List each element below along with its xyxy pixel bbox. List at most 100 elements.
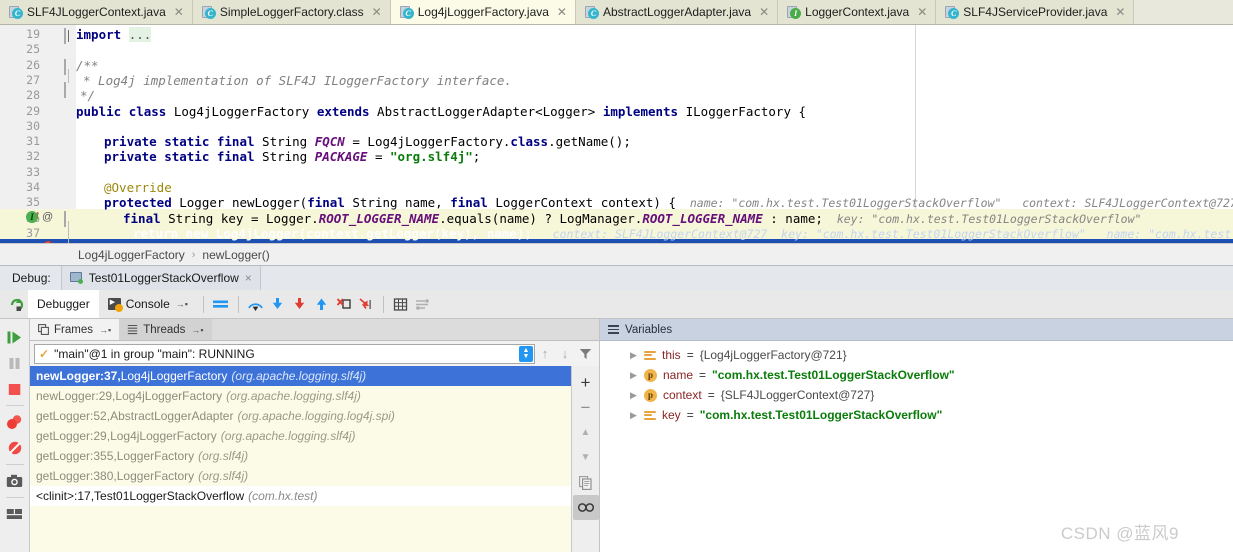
close-icon[interactable]: ✕ (174, 5, 184, 19)
editor-tab-simpleloggerfactory[interactable]: C SimpleLoggerFactory.class ✕ (192, 0, 391, 24)
code-line-28: */ (80, 88, 96, 104)
chevron-updown-icon[interactable]: ▲ ▼ (519, 345, 533, 362)
close-icon[interactable]: ✕ (759, 5, 769, 19)
step-over-icon[interactable] (245, 293, 267, 315)
pin-icon[interactable]: →▪ (176, 299, 188, 309)
variable-row[interactable]: ▶ key = "com.hx.test.Test01LoggerStackOv… (600, 405, 1233, 425)
force-step-into-icon[interactable] (289, 293, 311, 315)
settings-icon[interactable] (412, 293, 434, 315)
variable-row[interactable]: ▶ p name = "com.hx.test.Test01LoggerStac… (600, 365, 1233, 385)
breadcrumb-method[interactable]: newLogger() (202, 248, 269, 262)
variable-row[interactable]: ▶ this = {Log4jLoggerFactory@721} (600, 345, 1233, 365)
threads-icon (127, 324, 138, 335)
copy-icon[interactable] (573, 470, 599, 495)
step-out-icon[interactable] (311, 293, 333, 315)
line-number: 33 (26, 164, 40, 179)
rerun-icon[interactable] (4, 297, 28, 312)
tab-console[interactable]: Console →▪ (99, 290, 197, 318)
line-number: 28 (26, 88, 40, 103)
code-line-27: * Log4j implementation of SLF4J ILoggerF… (83, 72, 512, 88)
expand-arrow-icon[interactable]: ▶ (630, 410, 638, 421)
close-icon[interactable]: ✕ (917, 5, 927, 19)
thread-selector[interactable]: ✓ "main"@1 in group "main": RUNNING ▲ ▼ (34, 343, 535, 364)
pause-program-icon[interactable] (1, 350, 29, 376)
expand-arrow-icon[interactable]: ▶ (630, 390, 638, 401)
watches-icon[interactable] (572, 495, 599, 520)
move-down-icon[interactable]: ↓ (555, 346, 575, 361)
editor-tab-bar: C SLF4JLoggerContext.java ✕ C SimpleLogg… (0, 0, 1233, 25)
debug-side-actions (0, 319, 30, 552)
run-to-cursor-icon[interactable] (355, 293, 377, 315)
code-line-38: } (104, 241, 112, 243)
line-number: 29 (26, 103, 40, 118)
evaluate-expression-icon[interactable] (390, 293, 412, 315)
frame-list-item[interactable]: newLogger:29, Log4jLoggerFactory (org.apa… (30, 386, 571, 406)
frame-list-item[interactable]: newLogger:37, Log4jLoggerFactory (org.apa… (30, 366, 571, 386)
resume-program-icon[interactable] (1, 324, 29, 350)
tab-debugger[interactable]: Debugger (28, 290, 99, 318)
fold-collapse-icon[interactable] (64, 211, 74, 227)
editor-tab-label: SLF4JLoggerContext.java (27, 5, 166, 19)
tab-threads[interactable]: Threads →▪ (119, 319, 212, 340)
editor-tab-slf4jloggercontext[interactable]: C SLF4JLoggerContext.java ✕ (0, 0, 193, 24)
close-icon[interactable]: × (245, 271, 252, 285)
line-number: 26 (26, 57, 40, 72)
tab-console-label: Console (125, 297, 170, 311)
java-class-icon: C (584, 5, 599, 19)
frame-list-item[interactable]: getLogger:52, AbstractLoggerAdapter (org.… (30, 406, 571, 426)
editor-tab-loggercontext[interactable]: I LoggerContext.java ✕ (778, 0, 937, 24)
mute-breakpoints-icon[interactable] (1, 435, 29, 461)
variable-row[interactable]: ▶ p context = {SLF4JLoggerContext@727} (600, 385, 1233, 405)
add-watch-icon[interactable]: + (573, 370, 599, 395)
breadcrumb-class[interactable]: Log4jLoggerFactory (78, 248, 185, 262)
expand-arrow-icon[interactable]: ▶ (630, 370, 638, 381)
frame-list-item[interactable]: getLogger:355, LoggerFactory (org.slf4j) (30, 446, 571, 466)
editor-tab-label: Log4jLoggerFactory.java (417, 5, 549, 19)
variables-icon (608, 325, 619, 334)
fold-line (68, 221, 69, 243)
code-editor[interactable]: 19 25 26 27 28 29 30 31 32 33 34 35 36 3… (0, 25, 1233, 243)
editor-tab-slf4jserviceprovider[interactable]: C SLF4JServiceProvider.java ✕ (936, 0, 1135, 24)
frame-list-item[interactable]: getLogger:380, LoggerFactory (org.slf4j) (30, 466, 571, 486)
fold-collapse-icon[interactable] (64, 82, 74, 98)
drop-frame-icon[interactable] (333, 293, 355, 315)
expand-arrow-icon[interactable]: ▶ (630, 350, 638, 361)
editor-tab-log4jloggerfactory[interactable]: C Log4jLoggerFactory.java ✕ (390, 0, 576, 24)
pin-icon[interactable]: →▪ (99, 325, 111, 335)
stop-icon[interactable] (1, 376, 29, 402)
variable-name: this (662, 348, 681, 362)
scroll-down-icon[interactable]: ▼ (573, 445, 599, 470)
close-icon[interactable]: ✕ (557, 5, 567, 19)
frame-list-item[interactable]: getLogger:29, Log4jLoggerFactory (org.apa… (30, 426, 571, 446)
show-execution-point-icon[interactable] (210, 293, 232, 315)
tab-frames[interactable]: Frames →▪ (30, 319, 120, 340)
fold-expand-icon[interactable] (64, 28, 74, 44)
code-line-26: /** (76, 57, 99, 73)
line-number: 34 (26, 180, 40, 194)
pin-icon[interactable]: →▪ (191, 325, 203, 335)
line-number: 31 (26, 134, 40, 149)
inline-hint-key: key: "com.hx.test.Test01LoggerStackOverf… (781, 226, 1086, 241)
override-marker-icon[interactable]: I ↑ (26, 209, 41, 224)
filter-icon[interactable] (575, 348, 595, 360)
fold-line (68, 69, 69, 83)
close-icon[interactable]: ✕ (372, 5, 382, 19)
scroll-up-icon[interactable]: ▲ (573, 420, 599, 445)
frames-list[interactable]: newLogger:37, Log4jLoggerFactory (org.apa… (30, 366, 571, 552)
step-into-icon[interactable] (267, 293, 289, 315)
close-icon[interactable]: ✕ (1115, 5, 1125, 19)
toolbar-separator (202, 295, 204, 313)
screenshot-icon[interactable] (1, 468, 29, 494)
move-up-icon[interactable]: ↑ (535, 346, 555, 361)
remove-watch-icon[interactable]: − (573, 395, 599, 420)
editor-tab-label: LoggerContext.java (805, 5, 910, 19)
fold-collapse-icon[interactable] (64, 59, 74, 75)
frame-list-item[interactable]: <clinit>:17, Test01LoggerStackOverflow (c… (30, 486, 571, 506)
thread-selector-row: ✓ "main"@1 in group "main": RUNNING ▲ ▼ ↑… (30, 341, 599, 366)
java-class-icon: C (945, 5, 960, 19)
code-line-37: return new Log4jLogger(context.getLogger… (133, 226, 1233, 241)
view-breakpoints-icon[interactable] (1, 409, 29, 435)
debug-session-tab[interactable]: Test01LoggerStackOverflow × (60, 266, 261, 290)
layout-settings-icon[interactable] (1, 501, 29, 527)
editor-tab-abstractloggeradapter[interactable]: C AbstractLoggerAdapter.java ✕ (575, 0, 779, 24)
